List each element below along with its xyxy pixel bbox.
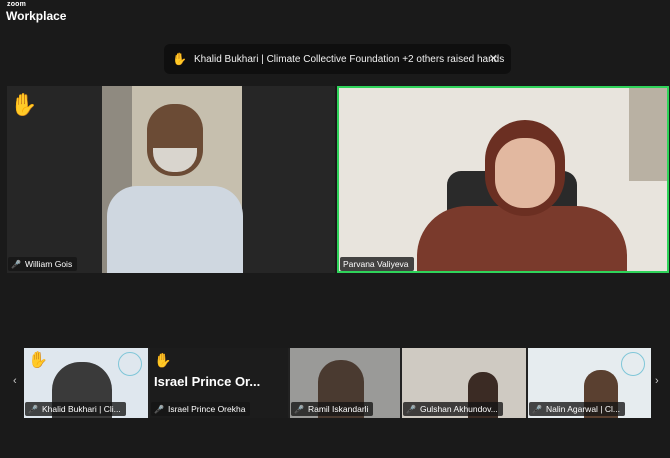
raised-hand-icon: ✋ <box>172 52 187 66</box>
raised-hand-icon: ✋ <box>10 92 38 117</box>
muted-mic-icon: 🎤 <box>11 259 21 269</box>
muted-mic-icon: 🎤 <box>532 404 542 414</box>
brand-small: zoom <box>7 1 27 8</box>
participant-name: Khalid Bukhari | Cli... <box>41 404 121 414</box>
gallery-strip: ✋ 🎤 Khalid Bukhari | Cli... ✋ Israel Pri… <box>24 348 651 418</box>
participant-nametag: Parvana Valiyeva <box>340 257 414 271</box>
title-bar: zoom Workplace <box>0 0 670 27</box>
video-tile-william[interactable]: 🎤 William Gois <box>7 86 335 273</box>
participant-display-name: Israel Prince Or... <box>154 374 261 389</box>
participant-name: Gulshan Akhundov... <box>419 404 498 414</box>
gallery-tile[interactable]: 🎤 Gulshan Akhundov... <box>402 348 526 418</box>
video-tile-parvana[interactable]: Parvana Valiyeva <box>337 86 669 273</box>
organization-logo-icon <box>118 352 142 376</box>
raised-hands-banner[interactable]: ✋ Khalid Bukhari | Climate Collective Fo… <box>164 44 511 74</box>
organization-logo-icon <box>621 352 645 376</box>
participant-nametag: 🎤 Gulshan Akhundov... <box>403 402 503 416</box>
gallery-tile[interactable]: 🎤 Nalin Agarwal | Cl... <box>528 348 651 418</box>
muted-mic-icon: 🎤 <box>154 404 164 414</box>
muted-mic-icon: 🎤 <box>28 404 38 414</box>
participant-nametag: 🎤 William Gois <box>8 257 78 271</box>
participant-nametag: 🎤 Ramil Iskandarli <box>291 402 374 416</box>
raised-hand-icon: ✋ <box>154 352 172 368</box>
participant-name: Ramil Iskandarli <box>307 404 369 414</box>
gallery-next-icon[interactable]: › <box>655 375 659 387</box>
brand-title: Workplace <box>6 9 67 23</box>
gallery-tile[interactable]: ✋ 🎤 Khalid Bukhari | Cli... <box>24 348 148 418</box>
participant-nametag: 🎤 Nalin Agarwal | Cl... <box>529 402 625 416</box>
raised-hand-icon: ✋ <box>28 352 48 369</box>
muted-mic-icon: 🎤 <box>406 404 416 414</box>
active-speaker-border <box>337 86 669 273</box>
muted-mic-icon: 🎤 <box>294 404 304 414</box>
participant-name: Nalin Agarwal | Cl... <box>545 404 620 414</box>
participant-nametag: 🎤 Israel Prince Orekha <box>151 402 251 416</box>
participant-name: Parvana Valiyeva <box>343 259 409 269</box>
gallery-prev-icon[interactable]: ‹ <box>13 375 17 387</box>
gallery-tile[interactable]: ✋ Israel Prince Or... 🎤 Israel Prince Or… <box>150 348 288 418</box>
participant-name: William Gois <box>24 259 73 269</box>
raised-hands-text: Khalid Bukhari | Climate Collective Foun… <box>193 53 505 65</box>
gallery-tile[interactable]: 🎤 Ramil Iskandarli <box>290 348 400 418</box>
participant-name: Israel Prince Orekha <box>167 404 246 414</box>
close-icon[interactable]: ✕ <box>489 52 498 65</box>
participant-nametag: 🎤 Khalid Bukhari | Cli... <box>25 402 126 416</box>
